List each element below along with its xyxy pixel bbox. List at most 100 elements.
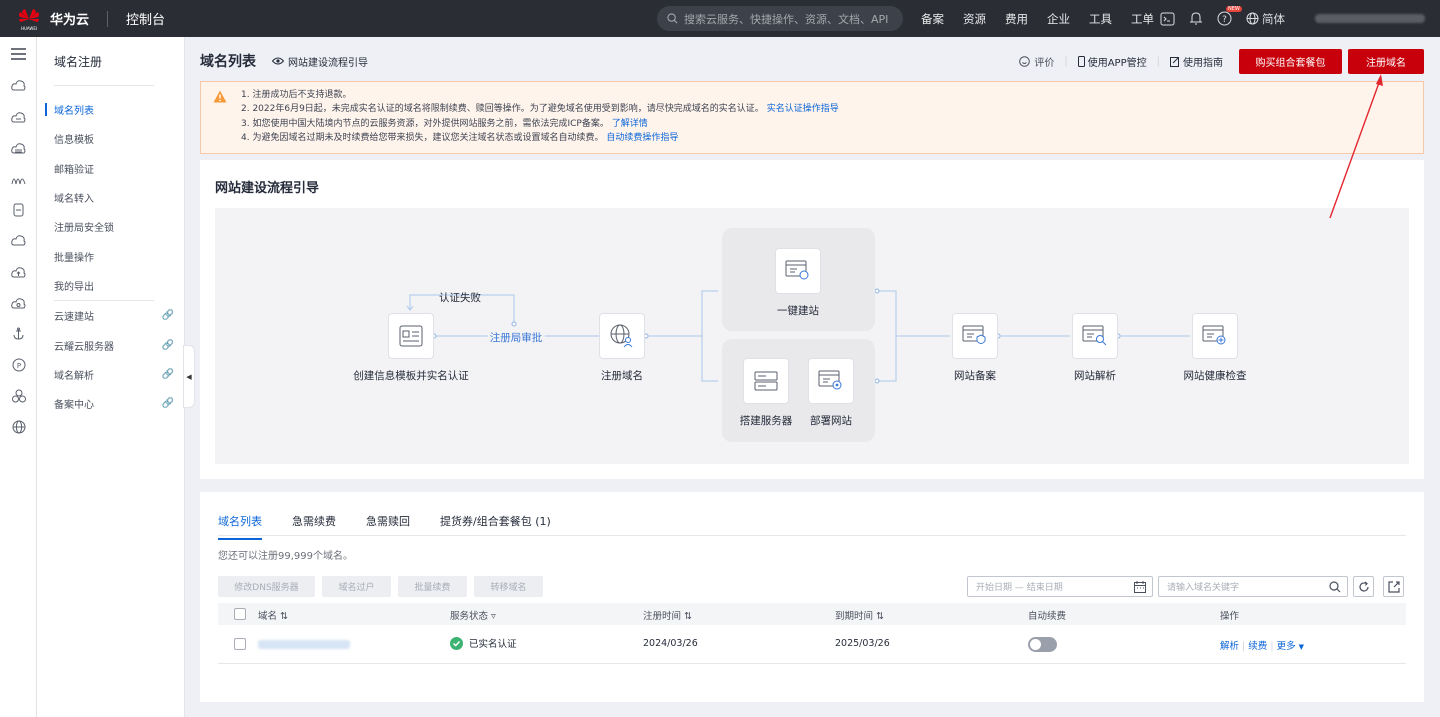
menu-link-dns[interactable]: 域名解析 🔗: [37, 360, 184, 389]
rail-cloud-icon[interactable]: [0, 70, 37, 101]
nav-icp[interactable]: 备案: [921, 11, 944, 27]
notice-line-4: 4. 为避免因域名过期未及时续费给您带来损失，建议您关注域名状态或设置域名自动续…: [241, 131, 1423, 145]
deploy-site-icon: [818, 370, 842, 390]
keyword-placeholder: 请输入域名关键字: [1167, 583, 1240, 593]
rail-cdn-icon[interactable]: [0, 163, 37, 194]
rate-button[interactable]: 评价: [1019, 54, 1054, 69]
modify-dns-button[interactable]: 修改DNS服务器: [218, 576, 315, 597]
menu-item-registry-lock[interactable]: 注册局安全锁: [37, 212, 184, 241]
terminal-icon[interactable]: [1160, 12, 1175, 26]
menu-item-domain-transfer-in[interactable]: 域名转入: [37, 183, 184, 212]
search-icon[interactable]: [1329, 581, 1341, 593]
language-switch[interactable]: 简体: [1246, 11, 1285, 27]
menu-item-my-exports[interactable]: 我的导出: [37, 271, 184, 300]
globe-icon: [1246, 12, 1259, 25]
export-icon: [1387, 580, 1400, 593]
select-all-checkbox[interactable]: [234, 608, 246, 620]
nav-tickets[interactable]: 工单: [1131, 11, 1154, 27]
menu-item-label: 云速建站: [54, 312, 94, 324]
transfer-owner-button[interactable]: 域名过户: [322, 576, 391, 597]
rail-document-icon[interactable]: [0, 194, 37, 225]
nav-enterprise[interactable]: 企业: [1047, 11, 1070, 27]
more-label: 更多: [1276, 641, 1296, 652]
col-registered[interactable]: 注册时间 ⇅: [643, 608, 692, 622]
export-button[interactable]: [1383, 576, 1404, 597]
bell-icon[interactable]: [1189, 11, 1203, 26]
rail-cloud-upload-icon[interactable]: [0, 256, 37, 287]
auth-fail-label: 认证失败: [439, 292, 481, 304]
rail-cloud-server-icon[interactable]: [0, 101, 37, 132]
rail-cloud-storage-icon[interactable]: [0, 132, 37, 163]
menu-item-label: 域名列表: [54, 106, 94, 118]
col-expires[interactable]: 到期时间 ⇅: [835, 608, 884, 622]
buy-bundle-button[interactable]: 购买组合套餐包: [1239, 49, 1342, 74]
help-button[interactable]: ? NEW: [1217, 6, 1242, 26]
date-range-input[interactable]: 开始日期 — 结束日期: [967, 576, 1153, 597]
global-search-input[interactable]: 搜索云服务、快捷操作、资源、文档、API: [657, 6, 903, 31]
flow-title: 网站建设流程引导: [215, 181, 320, 196]
nav-tools[interactable]: 工具: [1089, 11, 1112, 27]
step-server-label: 搭建服务器: [739, 415, 793, 427]
row-checkbox[interactable]: [234, 638, 246, 650]
caret-down-icon: ▼: [1298, 643, 1304, 651]
nav-resources[interactable]: 资源: [963, 11, 986, 27]
menu-item-info-template[interactable]: 信息模板: [37, 124, 184, 153]
auto-renew-toggle[interactable]: [1028, 637, 1057, 652]
flow-guide-link[interactable]: 网站建设流程引导: [272, 54, 368, 69]
registered-date: 2024/03/26: [643, 638, 698, 649]
real-name-guide-link[interactable]: 实名认证操作指导: [767, 104, 839, 114]
tab-underline: [218, 535, 1406, 536]
notice-text: 3. 如您使用中国大陆境内节点的云服务资源，对外提供网站服务之前，需依法完成IC…: [241, 118, 609, 129]
domain-keyword-input[interactable]: 请输入域名关键字: [1158, 576, 1348, 597]
menu-item-domain-list[interactable]: 域名列表: [37, 95, 184, 124]
menu-toggle[interactable]: [0, 37, 37, 70]
auto-renew-guide-link[interactable]: 自动续费操作指导: [606, 133, 678, 143]
svg-text:HUAWEI: HUAWEI: [21, 26, 37, 31]
rail-globe-icon[interactable]: [0, 411, 37, 442]
app-manage-button[interactable]: 使用APP管控: [1077, 54, 1147, 69]
icp-details-link[interactable]: 了解详情: [612, 119, 648, 129]
menu-item-label: 注册局安全锁: [54, 223, 114, 235]
huawei-cloud-logo[interactable]: HUAWEI 华为云: [18, 7, 89, 31]
refresh-button[interactable]: [1353, 576, 1374, 597]
expiry-date: 2025/03/26: [835, 638, 890, 649]
col-status[interactable]: 服务状态 ▿: [450, 608, 496, 622]
flow-guide-label: 网站建设流程引导: [288, 57, 368, 69]
col-domain[interactable]: 域名 ⇅: [258, 608, 288, 622]
col-domain-label: 域名: [258, 611, 278, 622]
user-account[interactable]: [1315, 14, 1425, 23]
user-guide-button[interactable]: 使用指南: [1170, 54, 1223, 69]
console-link[interactable]: 控制台: [126, 9, 165, 28]
nav-billing[interactable]: 费用: [1005, 11, 1028, 27]
rail-cluster-icon[interactable]: [0, 380, 37, 411]
menu-item-label: 域名转入: [54, 194, 94, 206]
huawei-logo-icon: HUAWEI: [19, 8, 39, 31]
register-domain-button[interactable]: 注册域名: [1348, 49, 1424, 74]
menu-link-site-builder[interactable]: 云速建站 🔗: [37, 301, 184, 330]
batch-renew-button[interactable]: 批量续费: [398, 576, 467, 597]
more-dropdown[interactable]: 更多 ▼: [1277, 641, 1304, 652]
template-node: [388, 313, 434, 359]
rail-parking-icon[interactable]: P: [0, 349, 37, 380]
renew-link[interactable]: 续费: [1248, 641, 1267, 652]
rail-cloud-outline-icon[interactable]: [0, 225, 37, 256]
resolve-link[interactable]: 解析: [1220, 641, 1239, 652]
menu-link-icp-center[interactable]: 备案中心 🔗: [37, 389, 184, 418]
menu-item-label: 邮箱验证: [54, 164, 94, 176]
dns-resolve-icon: [1082, 325, 1107, 346]
divider: |: [1242, 641, 1246, 652]
health-check-icon: [1202, 325, 1226, 345]
menu-item-batch-ops[interactable]: 批量操作: [37, 241, 184, 270]
server-node: [743, 358, 789, 404]
hamburger-icon: [11, 47, 26, 60]
search-icon: [667, 13, 678, 24]
rail-anchor-icon[interactable]: [0, 318, 37, 349]
menu-item-email-verify[interactable]: 邮箱验证: [37, 154, 184, 183]
menu-link-flexus-server[interactable]: 云耀云服务器 🔗: [37, 330, 184, 359]
divider: [107, 10, 109, 27]
domain-name-link[interactable]: [258, 640, 350, 649]
transfer-domain-button[interactable]: 转移域名: [474, 576, 543, 597]
rail-cloud-sync-icon[interactable]: [0, 287, 37, 318]
row-operations: 解析 | 续费 | 更多 ▼: [1220, 638, 1304, 652]
search-placeholder: 搜索云服务、快捷操作、资源、文档、API: [684, 12, 889, 26]
